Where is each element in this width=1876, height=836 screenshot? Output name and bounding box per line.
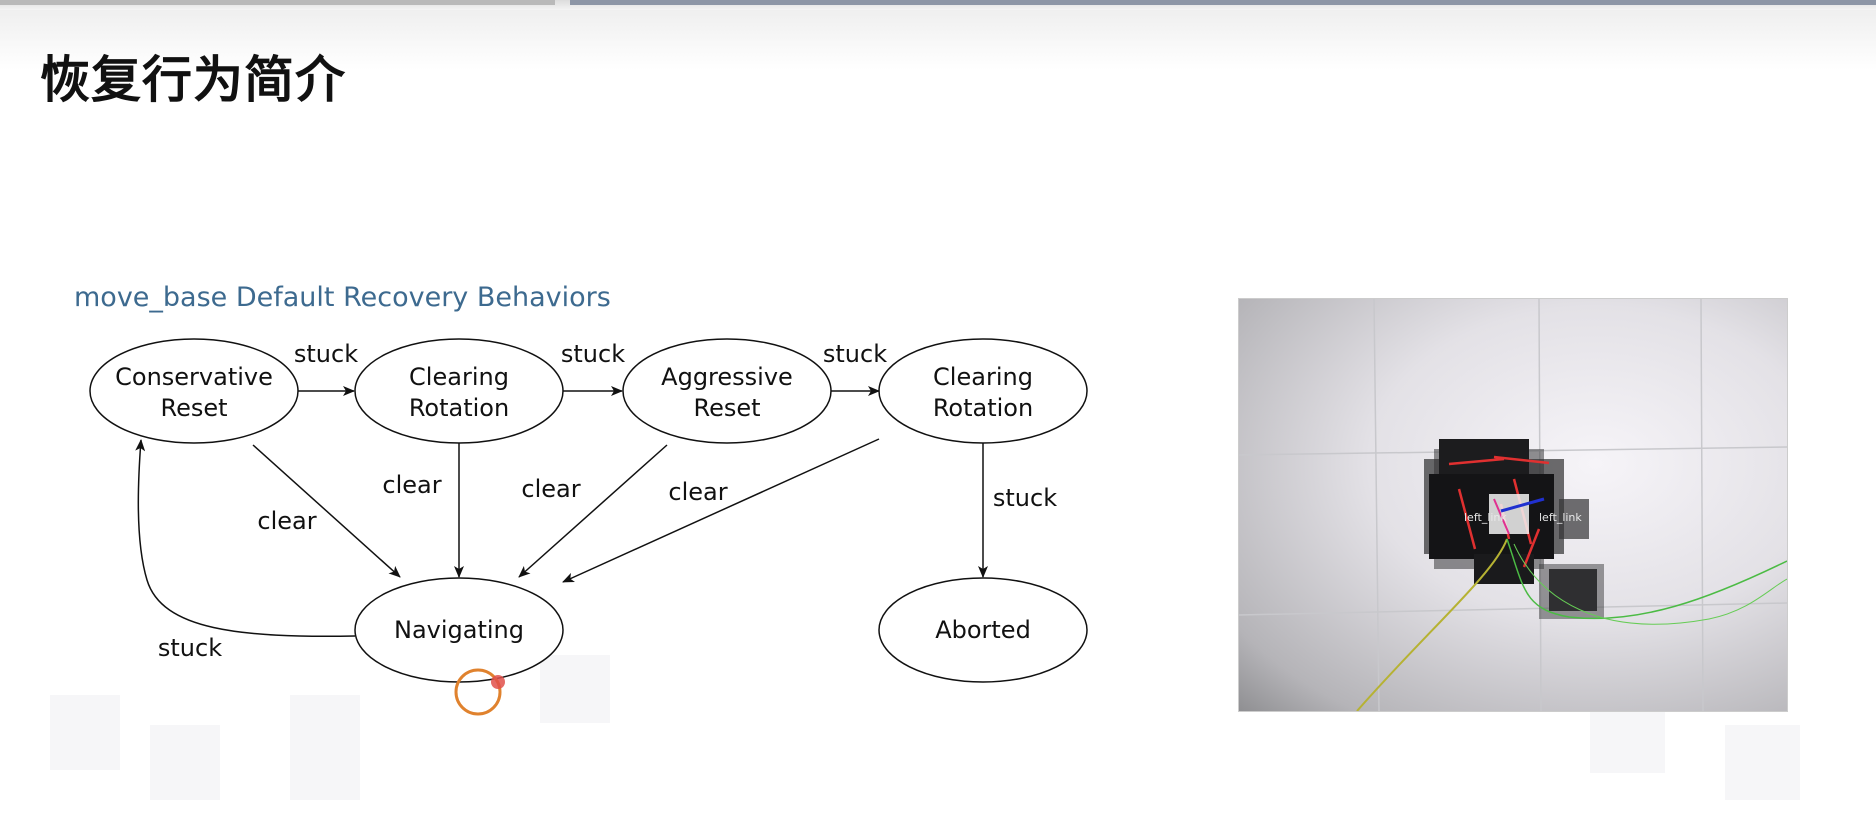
edge-arrow	[135, 439, 356, 637]
edge-conservative-to-clearing-1: stuck	[294, 340, 358, 396]
node-navigating: Navigating	[354, 577, 564, 683]
edge-label: stuck	[823, 340, 887, 368]
frame-label: left_link	[1464, 511, 1507, 524]
edge-arrow	[518, 444, 668, 578]
edge-label: clear	[668, 478, 727, 506]
edge-clearing-1-to-aggressive: stuck	[561, 340, 625, 396]
node-label-line: Reset	[693, 394, 760, 422]
edge-label: stuck	[158, 634, 222, 662]
edge-label: clear	[257, 507, 316, 535]
node-label-line: Rotation	[409, 394, 509, 422]
node-label-line: Clearing	[409, 363, 509, 391]
node-aggressive-reset: Aggressive Reset	[622, 338, 832, 444]
edge-label: clear	[382, 471, 441, 499]
node-label-line: Conservative	[115, 363, 273, 391]
edge-label: stuck	[294, 340, 358, 368]
node-label-line: Navigating	[394, 616, 524, 644]
edge-clearing-1-to-navigating: clear	[382, 443, 464, 578]
edge-label: clear	[521, 475, 580, 503]
node-clearing-rotation-1: Clearing Rotation	[354, 338, 564, 444]
node-label-line: Clearing	[933, 363, 1033, 391]
node-conservative-reset: Conservative Reset	[89, 338, 299, 444]
node-label-line: Aggressive	[661, 363, 793, 391]
node-ellipse	[354, 338, 564, 444]
node-clearing-rotation-2: Clearing Rotation	[878, 338, 1088, 444]
node-ellipse	[89, 338, 299, 444]
edge-aggressive-to-navigating: clear	[518, 444, 668, 578]
node-label-line: Reset	[160, 394, 227, 422]
node-label-line: Rotation	[933, 394, 1033, 422]
node-ellipse	[622, 338, 832, 444]
edge-label: stuck	[561, 340, 625, 368]
edge-conservative-to-navigating: clear	[252, 444, 401, 578]
node-aborted: Aborted	[878, 577, 1088, 683]
robot-costmap-photo: left_link left_link	[1238, 298, 1788, 712]
edge-label: stuck	[993, 484, 1057, 512]
node-label-line: Aborted	[935, 616, 1031, 644]
frame-label: left_link	[1539, 511, 1582, 524]
edge-aggressive-to-clearing-2: stuck	[823, 340, 887, 396]
edge-navigating-to-conservative: stuck	[135, 439, 356, 662]
costmap-visualization: left_link left_link	[1239, 299, 1787, 711]
cursor-dot	[491, 675, 505, 689]
node-ellipse	[878, 338, 1088, 444]
edge-clearing-2-to-navigating: clear	[562, 438, 880, 583]
edge-clearing-2-to-aborted: stuck	[978, 443, 1057, 578]
edge-arrow	[562, 438, 880, 583]
